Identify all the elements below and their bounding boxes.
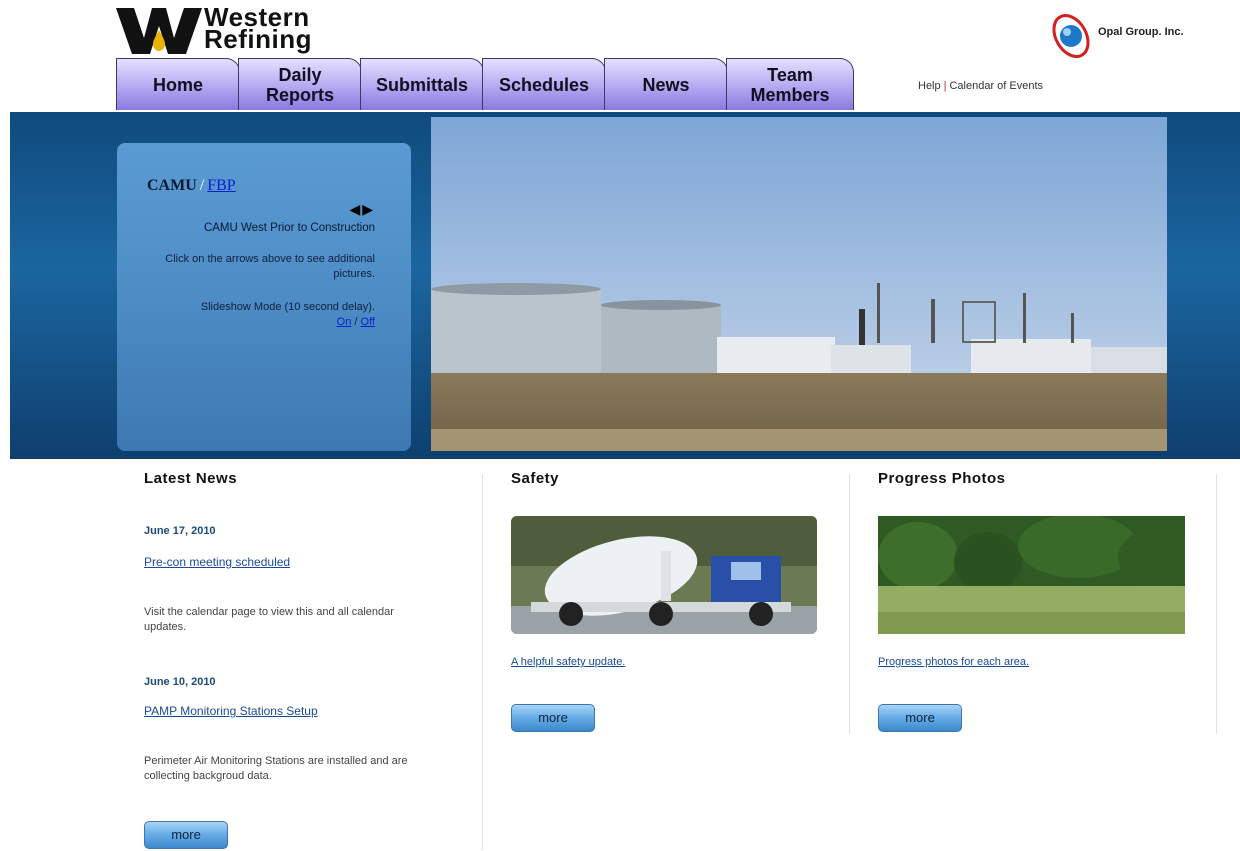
tab-home[interactable]: Home (116, 58, 240, 110)
news-more-button[interactable]: more (144, 821, 228, 849)
utility-separator: | (943, 80, 947, 92)
fbp-link[interactable]: FBP (207, 177, 235, 194)
slideshow-off-link[interactable]: Off (361, 316, 375, 328)
slideshow-hint: Click on the arrows above to see additio… (165, 253, 375, 280)
progress-more-button[interactable]: more (878, 704, 962, 732)
brand-line-2: Refining (204, 24, 312, 54)
opal-globe-icon (1052, 14, 1090, 58)
slide-caption: CAMU West Prior to Construction (203, 222, 375, 234)
title-separator: / (199, 177, 205, 194)
column-divider (482, 474, 483, 850)
progress-photos-link[interactable]: Progress photos for each area. (878, 656, 1029, 668)
progress-photos-heading: Progress Photos (878, 470, 1006, 487)
progress-photos-section: Progress Photos (878, 470, 1006, 487)
safety-update-link[interactable]: A helpful safety update. (511, 656, 625, 668)
news-date: June 10, 2010 (144, 676, 216, 688)
news-body: Visit the calendar page to view this and… (144, 606, 394, 633)
safety-section: Safety (511, 470, 559, 487)
column-divider (849, 474, 850, 734)
w-logo-icon (116, 8, 202, 54)
tab-news[interactable]: News (604, 58, 728, 110)
next-arrow-icon[interactable]: ▶ (362, 201, 375, 217)
news-headline-link[interactable]: PAMP Monitoring Stations Setup (144, 704, 318, 718)
tab-daily-reports[interactable]: Daily Reports (238, 58, 362, 110)
news-body: Perimeter Air Monitoring Stations are in… (144, 755, 408, 782)
tab-schedules[interactable]: Schedules (482, 58, 606, 110)
help-link[interactable]: Help (918, 80, 941, 92)
tab-team-members[interactable]: Team Members (726, 58, 854, 110)
slideshow-on-link[interactable]: On (337, 316, 352, 328)
safety-more-button[interactable]: more (511, 704, 595, 732)
column-divider (1216, 474, 1217, 734)
on-off-separator: / (354, 316, 358, 328)
slideshow-panel: CAMU / FBP ◀▶ CAMU West Prior to Construct… (117, 143, 411, 451)
slideshow-title: CAMU / FBP (147, 177, 375, 195)
news-headline-link[interactable]: Pre-con meeting scheduled (144, 555, 290, 569)
brand-name: Western Refining (204, 4, 312, 54)
slideshow-mode: Slideshow Mode (10 second delay). On / O… (147, 300, 375, 330)
safety-heading: Safety (511, 470, 560, 487)
partner-name: Opal Group. Inc. (1098, 26, 1184, 38)
main-nav: Home Daily Reports Submittals Schedules … (116, 58, 856, 112)
slideshow-arrows: ◀▶ (147, 201, 375, 218)
prev-arrow-icon[interactable]: ◀ (349, 201, 362, 217)
calendar-of-events-link[interactable]: Calendar of Events (949, 80, 1043, 92)
news-list: June 17, 2010 Pre-con meeting scheduled … (144, 470, 434, 850)
western-refining-logo[interactable]: Western Refining (116, 4, 341, 56)
slideshow-mode-text: Slideshow Mode (10 second delay). (200, 301, 375, 313)
progress-photo[interactable] (878, 516, 1185, 634)
safety-photo[interactable] (511, 516, 817, 634)
current-area: CAMU (147, 177, 197, 194)
news-date: June 17, 2010 (144, 525, 216, 537)
utility-links: Help | Calendar of Events (918, 80, 1043, 92)
tab-submittals[interactable]: Submittals (360, 58, 484, 110)
opal-group-logo[interactable]: Opal Group. Inc. (1050, 10, 1210, 62)
refinery-photo (431, 117, 1167, 451)
